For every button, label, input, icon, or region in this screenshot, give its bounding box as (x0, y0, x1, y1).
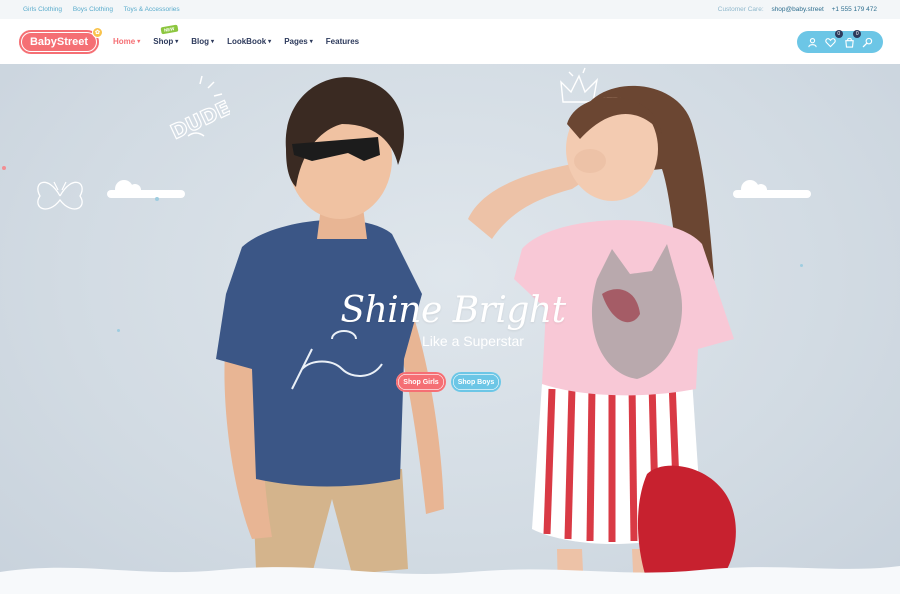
link-boys-clothing[interactable]: Boys Clothing (73, 6, 113, 13)
logo-badge-icon: ✿ (92, 26, 103, 38)
shopping-bag-icon (844, 37, 854, 48)
shop-girls-button[interactable]: Shop Girls (396, 372, 446, 392)
nav-lookbook-label: LookBook (227, 37, 267, 46)
main-header: BabyStreet ✿ Home ▾ NEW Shop ▾ Blog ▾ Lo… (0, 19, 900, 64)
new-badge: NEW (160, 24, 179, 35)
nav-features-label: Features (325, 37, 360, 46)
nav-home-label: Home (113, 37, 136, 46)
hero-subtitle: Like a Superstar (422, 333, 524, 349)
nav-home[interactable]: Home ▾ (113, 37, 140, 46)
heart-icon (825, 37, 836, 47)
dot-decoration (2, 166, 6, 170)
wave-divider (0, 566, 900, 594)
contact-email[interactable]: shop@baby.street (771, 6, 823, 13)
hero-banner: DUDE Shine Bright Like a Superstar Shop … (0, 64, 900, 594)
logo-text: BabyStreet (29, 35, 89, 48)
main-nav: Home ▾ NEW Shop ▾ Blog ▾ LookBook ▾ Page… (113, 24, 372, 46)
top-bar: Girls Clothing Boys Clothing Toys & Acce… (0, 0, 900, 19)
dot-decoration (155, 197, 159, 201)
customer-care-label: Customer Care: (717, 6, 764, 13)
chevron-down-icon: ▾ (137, 39, 141, 45)
nav-features[interactable]: Features (326, 37, 359, 46)
shop-boys-button[interactable]: Shop Boys (451, 372, 501, 392)
header-actions: 0 0 (797, 30, 883, 53)
nav-shop-label: Shop (153, 37, 174, 46)
nav-shop[interactable]: NEW Shop ▾ (153, 24, 179, 46)
nav-blog[interactable]: Blog ▾ (191, 37, 214, 46)
hero-buttons: Shop Girls Shop Boys (396, 372, 506, 392)
dot-decoration (800, 264, 803, 267)
chevron-down-icon: ▾ (211, 39, 215, 45)
account-button[interactable] (805, 35, 819, 49)
site-logo[interactable]: BabyStreet ✿ (19, 26, 103, 54)
search-button[interactable] (861, 35, 875, 49)
contact-info: Customer Care: shop@baby.street +1 555 1… (712, 6, 877, 13)
search-icon (862, 37, 873, 47)
cart-button[interactable]: 0 (842, 30, 862, 49)
nav-pages-label: Pages (284, 37, 308, 46)
cloud-decoration (107, 180, 185, 198)
nav-lookbook[interactable]: LookBook ▾ (227, 37, 271, 46)
chevron-down-icon: ▾ (175, 39, 179, 45)
user-icon (808, 37, 817, 47)
wishlist-button[interactable]: 0 (824, 30, 843, 49)
nav-blog-label: Blog (191, 37, 210, 46)
link-toys-accessories[interactable]: Toys & Accessories (124, 6, 180, 13)
hero-title: Shine Bright (340, 290, 566, 331)
butterfly-doodle-icon (37, 181, 83, 210)
dot-decoration (117, 329, 120, 332)
link-girls-clothing[interactable]: Girls Clothing (23, 6, 62, 13)
hero-headline: Shine Bright Like a Superstar (338, 290, 568, 349)
top-bar-links: Girls Clothing Boys Clothing Toys & Acce… (23, 6, 189, 13)
chevron-down-icon: ▾ (309, 39, 313, 45)
chevron-down-icon: ▾ (268, 39, 272, 45)
nav-pages[interactable]: Pages ▾ (284, 37, 313, 46)
contact-phone[interactable]: +1 555 179 472 (832, 6, 877, 13)
